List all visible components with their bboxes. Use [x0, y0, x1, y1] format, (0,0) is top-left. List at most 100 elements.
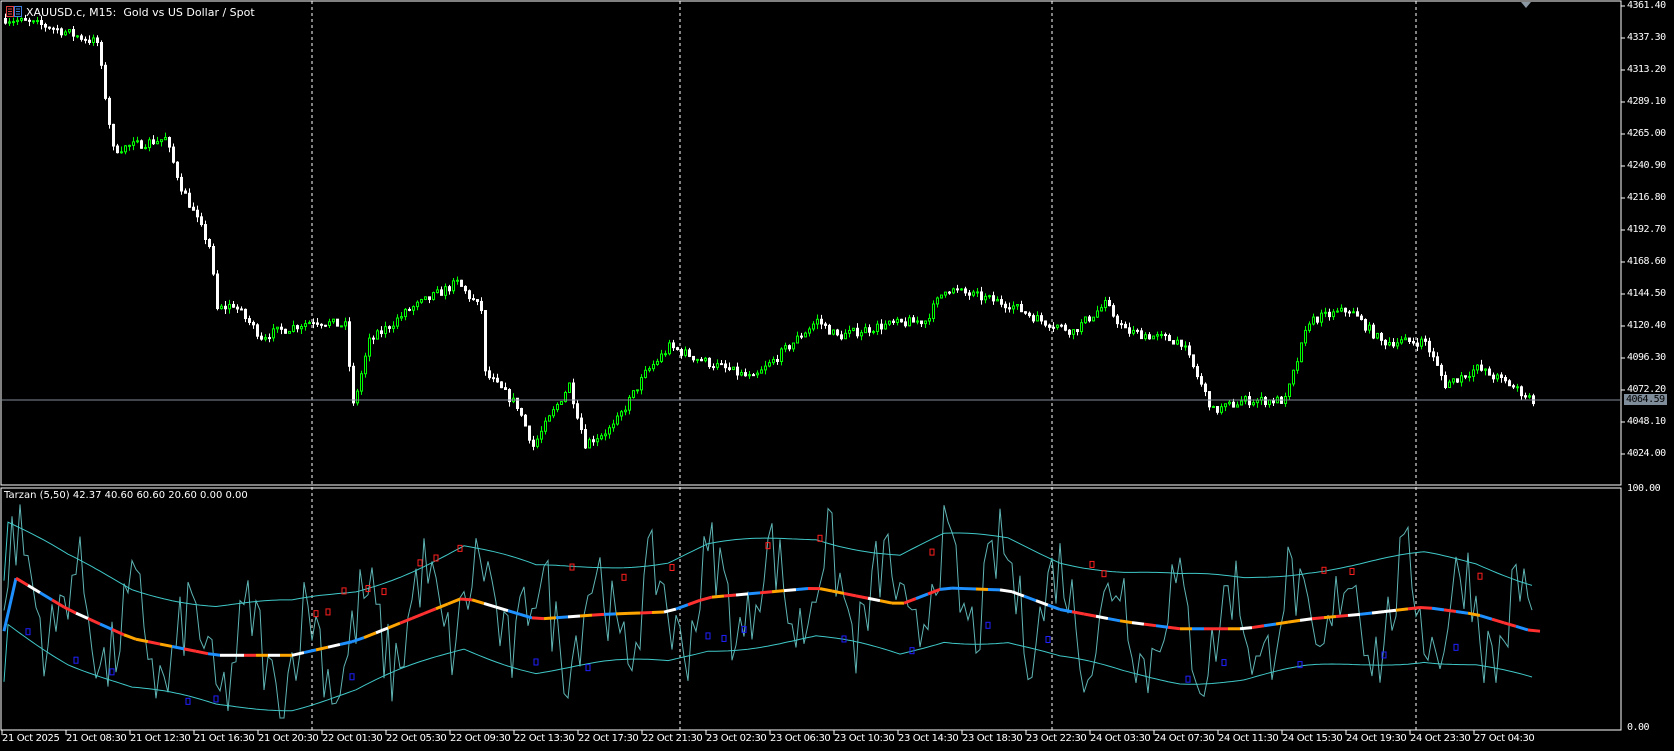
price-axis-label: 4313.20: [1627, 64, 1666, 75]
signal-line-segment: [1155, 624, 1169, 629]
bull-candle: [1340, 304, 1343, 313]
bear-candle: [1204, 382, 1207, 397]
bull-candle: [12, 17, 15, 26]
bear-candle: [920, 320, 923, 327]
signal-line-segment: [1503, 621, 1517, 628]
signal-line-segment: [1239, 626, 1253, 631]
price-axis-label: 4216.80: [1627, 192, 1666, 203]
bull-candle: [400, 311, 403, 322]
bear-candle: [948, 290, 951, 295]
bear-candle: [1408, 337, 1411, 345]
bull-candle: [1516, 383, 1519, 392]
bull-candle: [1400, 336, 1403, 345]
signal-line-segment: [843, 591, 857, 598]
time-axis-label: 24 Oct 23:30: [1410, 733, 1471, 744]
bull-candle: [996, 296, 999, 302]
bull-candle: [1308, 321, 1311, 333]
bear-candle: [1040, 312, 1043, 325]
bull-candle: [228, 299, 231, 314]
signal-line-segment: [87, 617, 101, 626]
bull-candle: [1332, 309, 1335, 321]
time-axis-label: 24 Oct 07:30: [1154, 733, 1215, 744]
bear-candle: [476, 299, 479, 306]
bull-candle: [560, 401, 563, 405]
bull-candle: [704, 356, 707, 363]
bull-candle: [1528, 393, 1531, 399]
chart-canvas[interactable]: [0, 0, 1674, 751]
bear-candle: [720, 359, 723, 366]
bull-candle: [136, 136, 139, 144]
bull-candle: [1184, 341, 1187, 351]
bear-candle: [496, 373, 499, 383]
signal-line-segment: [459, 597, 473, 602]
time-axis-label: 23 Oct 14:30: [898, 733, 959, 744]
bear-candle: [892, 318, 895, 325]
bear-candle: [252, 320, 255, 329]
bear-candle: [964, 286, 967, 297]
bear-candle: [1412, 337, 1415, 346]
bull-candle: [976, 288, 979, 298]
bull-candle: [1240, 396, 1243, 406]
buy-signal-marker: [185, 697, 191, 705]
price-axis-ticks: [1621, 5, 1625, 455]
bear-candle: [1328, 308, 1331, 321]
bear-candle: [448, 284, 451, 295]
bull-candle: [1452, 378, 1455, 385]
signal-line-segment: [303, 648, 317, 655]
bull-candle: [660, 349, 663, 363]
bull-candle: [748, 371, 751, 379]
bear-candle: [692, 355, 695, 363]
signal-line-segment: [759, 590, 773, 595]
bear-candle: [1432, 347, 1435, 362]
bull-candle: [768, 359, 771, 368]
bear-candle: [580, 413, 583, 434]
bull-candle: [1396, 338, 1399, 350]
bull-candle: [1104, 296, 1107, 312]
sell-signal-marker: [325, 608, 331, 616]
signal-line-segment: [1299, 617, 1313, 622]
time-axis-label: 23 Oct 06:30: [770, 733, 831, 744]
oscillator-line: [3, 504, 1533, 719]
signal-line-segment: [471, 598, 485, 605]
bear-candle: [296, 324, 299, 333]
bull-candle: [1320, 309, 1323, 327]
bull-candle: [888, 320, 891, 326]
bear-candle: [236, 304, 239, 314]
bull-candle: [144, 144, 147, 150]
time-axis-label: 27 Oct 04:30: [1474, 733, 1535, 744]
chart-shift-marker-icon[interactable]: [1521, 2, 1531, 8]
bull-candle: [304, 320, 307, 331]
time-axis-label: 22 Oct 01:30: [322, 733, 383, 744]
signal-line-segment: [111, 628, 125, 637]
bear-candle: [104, 62, 107, 101]
bear-candle: [912, 315, 915, 323]
time-axis-label: 23 Oct 02:30: [706, 733, 767, 744]
bear-candle: [1500, 372, 1503, 383]
bear-candle: [584, 424, 587, 450]
bear-candle: [204, 220, 207, 245]
price-axis-label: 4024.00: [1627, 448, 1666, 459]
signal-line-segment: [1071, 610, 1085, 616]
bull-candle: [1468, 371, 1471, 382]
signal-line-segment: [1395, 607, 1409, 612]
signal-line-segment: [363, 631, 377, 640]
bull-candle: [1368, 322, 1371, 334]
bear-candle: [192, 202, 195, 211]
bear-candle: [196, 205, 199, 223]
bear-candle: [688, 347, 691, 358]
bear-candle: [800, 332, 803, 340]
bull-candle: [92, 34, 95, 46]
bear-candle: [348, 317, 351, 372]
signal-line-segment: [1371, 610, 1385, 615]
bull-candle: [1036, 311, 1039, 322]
signal-line-segment: [1443, 608, 1457, 614]
bull-candle: [756, 370, 759, 379]
bull-candle: [1212, 405, 1215, 409]
bear-candle: [1344, 307, 1347, 317]
signal-line-segment: [123, 633, 137, 641]
bull-candle: [1144, 332, 1147, 341]
buy-signal-marker: [1185, 675, 1191, 683]
bear-candle: [1436, 352, 1439, 366]
bear-candle: [1208, 391, 1211, 411]
bear-candle: [1172, 340, 1175, 345]
